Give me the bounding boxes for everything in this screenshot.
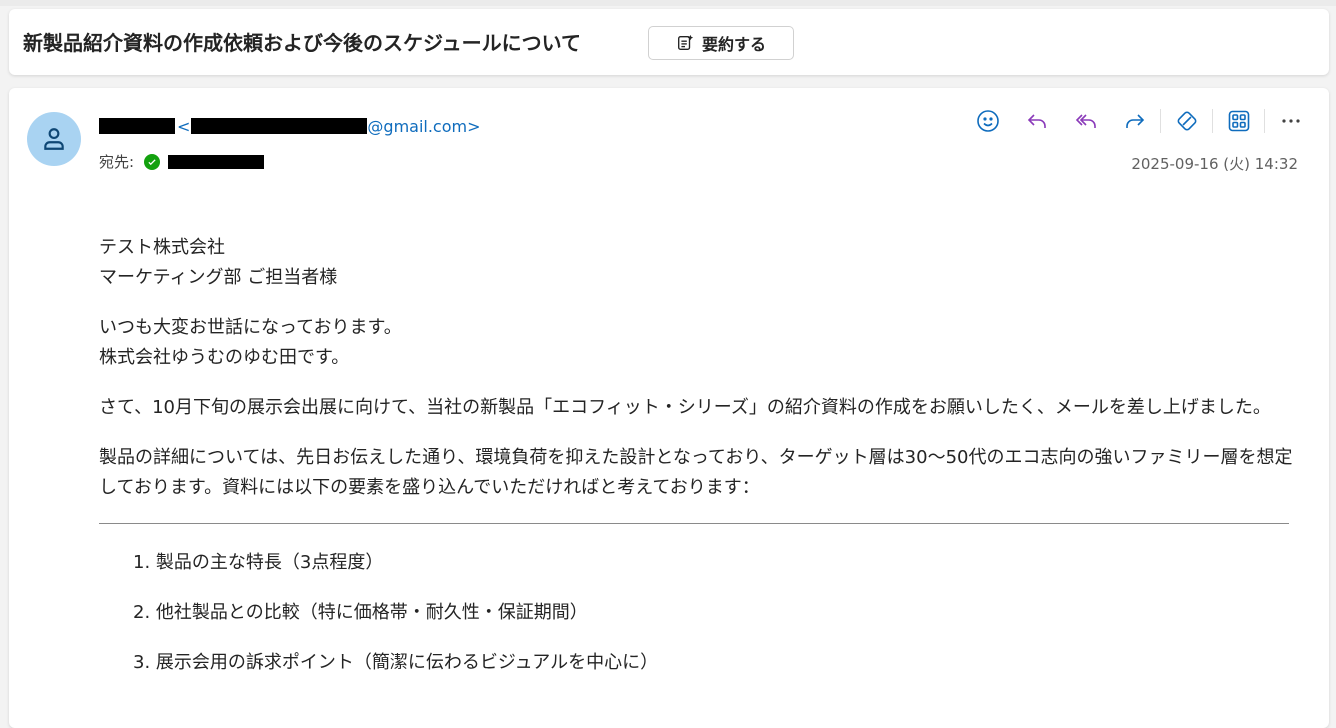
- email-subject: 新製品紹介資料の作成依頼および今後のスケジュールについて: [23, 31, 581, 55]
- recipient-line: 宛先:: [99, 151, 265, 172]
- more-icon: [1282, 119, 1300, 123]
- sender-email-domain: @gmail.com>: [367, 116, 481, 136]
- intro-line-1: いつも大変お世話になっております。: [99, 317, 402, 338]
- toolbar-divider: [1160, 109, 1161, 133]
- message-pane: < @gmail.com> 宛先: 2025-09-16 (火) 14:32 テ…: [9, 88, 1329, 728]
- summarize-label: 要約する: [701, 35, 766, 54]
- intro: いつも大変お世話になっております。 株式会社ゆうむのゆむ田です。: [99, 313, 1299, 373]
- greeting-department: マーケティング部 ご担当者様: [99, 267, 338, 288]
- redacted-sender-name: [99, 118, 175, 134]
- tag-icon: [1177, 111, 1197, 131]
- forward-button[interactable]: [1119, 106, 1151, 136]
- summarize-icon: [678, 34, 694, 50]
- sender-avatar[interactable]: [27, 112, 81, 166]
- toolbar-divider: [1264, 109, 1265, 133]
- forward-icon: [1126, 114, 1145, 128]
- more-actions-button[interactable]: [1275, 106, 1307, 136]
- apps-button[interactable]: [1223, 106, 1255, 136]
- list-item: 3. 展示会用の訴求ポイント（簡潔に伝わるビジュアルを中心に）: [133, 652, 659, 673]
- greeting: テスト株式会社 マーケティング部 ご担当者様: [99, 233, 1299, 293]
- subject-header: 新製品紹介資料の作成依頼および今後のスケジュールについて 要約する: [9, 9, 1329, 75]
- intro-line-2: 株式会社ゆうむのゆむ田です。: [99, 347, 350, 368]
- sender-line[interactable]: < @gmail.com>: [99, 115, 481, 137]
- react-button[interactable]: [972, 106, 1004, 136]
- email-bracket-open: <: [177, 116, 191, 136]
- redacted-recipient[interactable]: [168, 154, 265, 169]
- toolbar-divider: [1212, 109, 1213, 133]
- reply-icon: [1027, 114, 1046, 128]
- message-toolbar: [972, 106, 1324, 136]
- message-body: テスト株式会社 マーケティング部 ご担当者様 いつも大変お世話になっております。…: [99, 233, 1299, 698]
- sent-date: 2025-09-16 (火) 14:32: [1131, 155, 1298, 173]
- reply-all-icon: [1075, 114, 1096, 128]
- apps-grid-icon: [1228, 110, 1250, 132]
- paragraph-details: 製品の詳細については、先日お伝えした通り、環境負荷を抑えた設計となっており、ター…: [99, 447, 1293, 498]
- verified-check-icon: [144, 153, 161, 170]
- smiley-icon: [977, 110, 999, 132]
- horizontal-rule: [99, 523, 1289, 524]
- to-label: 宛先:: [99, 153, 135, 171]
- person-icon: [44, 128, 64, 150]
- summarize-button[interactable]: 要約する: [648, 26, 794, 60]
- reply-button[interactable]: [1021, 106, 1053, 136]
- immersive-reader-button[interactable]: [1171, 106, 1203, 136]
- redacted-sender-email: [191, 118, 368, 134]
- paragraph-request: さて、10月下旬の展示会出展に向けて、当社の新製品「エコフィット・シリーズ」の紹…: [99, 397, 1271, 418]
- window-top-strip: [0, 0, 1336, 6]
- list-item: 2. 他社製品との比較（特に価格帯・耐久性・保証期間）: [133, 602, 588, 623]
- greeting-company: テスト株式会社: [99, 237, 225, 258]
- reply-all-button[interactable]: [1070, 106, 1102, 136]
- list-item: 1. 製品の主な特長（3点程度）: [133, 552, 384, 573]
